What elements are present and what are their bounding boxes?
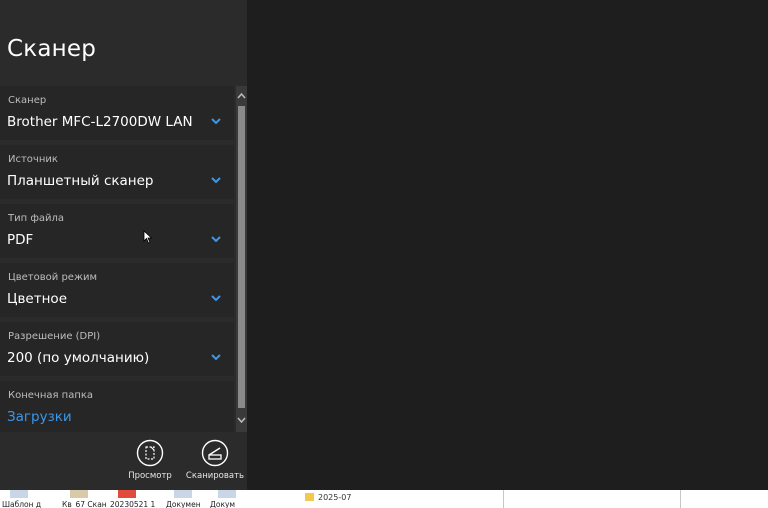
destination-folder-label: Конечная папка [8,390,94,401]
resolution-setting[interactable]: Разрешение (DPI) 200 (по умолчанию) [0,322,234,376]
taskbar-item-label: Шаблон д [2,500,42,508]
scroll-up-icon[interactable] [236,88,247,104]
destination-folder-link[interactable]: Загрузки [7,409,72,425]
chevron-down-icon[interactable] [209,175,223,185]
preview-button[interactable]: Просмотр [120,439,180,481]
taskbar-item-label: Докумен [166,500,201,508]
destination-folder-setting: Конечная папка Загрузки [0,381,234,432]
file-type-setting[interactable]: Тип файла PDF [0,204,234,258]
settings-list: Сканер Brother MFC-L2700DW LAN Источник … [0,86,234,432]
scan-icon [201,439,229,467]
taskbar-item-label: 20230521 1 [110,500,156,508]
scrollbar-thumb[interactable] [238,106,245,408]
scan-button[interactable]: Сканировать [185,439,245,481]
scanner-setting[interactable]: Сканер Brother MFC-L2700DW LAN [0,86,234,140]
settings-scrollbar[interactable] [236,86,247,432]
file-type-label: Тип файла [8,213,65,224]
scan-label: Сканировать [185,471,245,481]
preview-label: Просмотр [128,471,172,481]
resolution-label: Разрешение (DPI) [8,331,101,342]
mouse-cursor-icon [143,230,153,244]
document-thumbnail-icon [70,490,88,498]
document-thumbnail-icon [174,490,192,498]
chevron-down-icon[interactable] [209,234,223,244]
app-title: Сканер [7,36,97,62]
chevron-down-icon[interactable] [209,293,223,303]
pdf-file-icon [118,490,136,498]
taskbar-folder-item[interactable]: 2025-07 [305,493,351,502]
folder-icon [305,493,314,501]
taskbar-item-label: Кв_67 Скан [62,500,107,508]
file-type-value: PDF [7,232,34,248]
document-thumbnail-icon [218,490,236,498]
color-mode-label: Цветовой режим [8,272,97,283]
source-label: Источник [8,154,58,165]
resolution-value: 200 (по умолчанию) [7,350,150,366]
color-mode-setting[interactable]: Цветовой режим Цветное [0,263,234,317]
scan-settings-panel: Сканер Сканер Brother MFC-L2700DW LAN Ис… [0,0,247,490]
color-mode-value: Цветное [7,291,67,307]
preview-area [247,0,768,490]
chevron-down-icon[interactable] [209,352,223,362]
preview-icon [136,439,164,467]
taskbar: Шаблон д Кв_67 Скан 20230521 1 Докумен Д… [0,490,768,508]
scanner-label: Сканер [8,95,47,106]
scroll-down-icon[interactable] [236,412,247,428]
taskbar-divider [503,490,504,508]
source-value: Планшетный сканер [7,173,154,189]
scanner-value: Brother MFC-L2700DW LAN [7,114,193,130]
taskbar-item-label: Докум [210,500,236,508]
chevron-down-icon[interactable] [209,116,223,126]
taskbar-divider [680,490,681,508]
taskbar-folder-label: 2025-07 [318,493,352,502]
source-setting[interactable]: Источник Планшетный сканер [0,145,234,199]
document-thumbnail-icon [10,490,28,498]
